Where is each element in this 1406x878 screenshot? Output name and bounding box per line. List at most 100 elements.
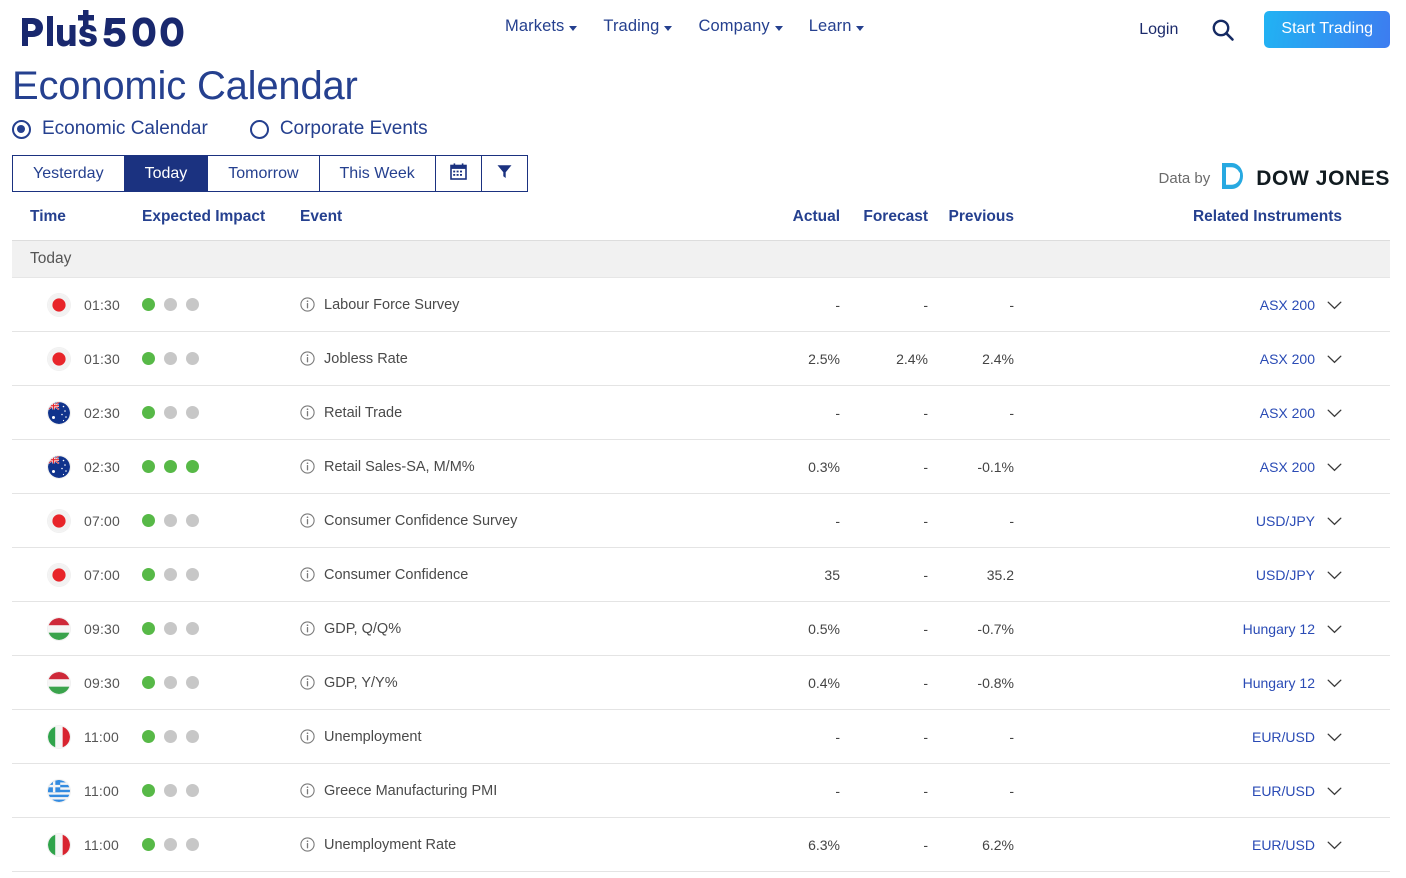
column-header-forecast[interactable]: Forecast bbox=[840, 194, 928, 241]
search-icon[interactable] bbox=[1210, 17, 1236, 43]
start-trading-button[interactable]: Start Trading bbox=[1264, 11, 1390, 48]
column-header-related-instruments[interactable]: Related Instruments bbox=[1184, 194, 1390, 241]
related-instrument-link[interactable]: USD/JPY bbox=[1256, 513, 1315, 529]
table-row[interactable]: 11:00 Unemployment - - - EUR/USD bbox=[12, 709, 1390, 764]
cell-event: Jobless Rate bbox=[300, 331, 740, 386]
impact-dot bbox=[186, 406, 199, 419]
cell-time: 01:30 bbox=[12, 331, 142, 386]
cell-related-instruments: EUR/USD bbox=[1184, 709, 1390, 764]
chevron-down-icon[interactable] bbox=[1327, 783, 1342, 799]
cell-time: 11:00 bbox=[12, 709, 142, 764]
cell-related-instruments: EUR/USD bbox=[1184, 763, 1390, 818]
event-time: 02:30 bbox=[84, 458, 121, 475]
table-row[interactable]: 11:00 Unemployment Rate 6.3% -6.2% EUR/USD bbox=[12, 817, 1390, 872]
table-row[interactable]: 01:30 Jobless Rate 2.5% 2.4% 2.4% ASX 200 bbox=[12, 331, 1390, 386]
info-icon[interactable] bbox=[300, 351, 315, 366]
calendar-picker-button[interactable] bbox=[434, 155, 481, 192]
tab-today[interactable]: Today bbox=[123, 155, 208, 192]
cell-actual: 0.5% bbox=[740, 601, 840, 656]
chevron-down-icon[interactable] bbox=[1327, 567, 1342, 583]
related-instrument-link[interactable]: ASX 200 bbox=[1260, 351, 1315, 367]
column-header-time[interactable]: Time bbox=[12, 194, 142, 241]
table-row[interactable]: 11:00 Greece Manufacturing PMI - - - EUR/USD bbox=[12, 763, 1390, 818]
cell-spacer bbox=[1014, 817, 1184, 872]
tab-this-week[interactable]: This Week bbox=[318, 155, 435, 192]
related-instrument-link[interactable]: EUR/USD bbox=[1252, 729, 1315, 745]
table-row[interactable]: 09:30 GDP, Q/Q% 0.5% - -0.7% Hungary 12 bbox=[12, 601, 1390, 656]
cell-expected-impact bbox=[142, 817, 300, 872]
info-icon[interactable] bbox=[300, 621, 315, 636]
table-row[interactable]: 02:30 Retail Trade - - - ASX 200 bbox=[12, 385, 1390, 440]
cell-event: Retail Trade bbox=[300, 385, 740, 440]
info-icon[interactable] bbox=[300, 567, 315, 582]
cell-time: 07:00 bbox=[12, 547, 142, 602]
cell-time: 01:30 bbox=[12, 277, 142, 332]
economic-calendar-table-wrapper: Time Expected Impact Event Actual Foreca… bbox=[12, 194, 1390, 872]
cell-forecast: - bbox=[840, 493, 928, 548]
impact-dot bbox=[142, 460, 155, 473]
radio-unselected-icon bbox=[249, 119, 269, 139]
column-header-actual[interactable]: Actual bbox=[740, 194, 840, 241]
info-icon[interactable] bbox=[300, 405, 315, 420]
plus500-logo[interactable] bbox=[16, 8, 194, 52]
related-instrument-link[interactable]: ASX 200 bbox=[1260, 459, 1315, 475]
event-name: Consumer Confidence bbox=[324, 566, 469, 583]
column-header-impact[interactable]: Expected Impact bbox=[142, 194, 300, 241]
login-link[interactable]: Login bbox=[1139, 21, 1178, 39]
chevron-down-icon[interactable] bbox=[1327, 675, 1342, 691]
nav-right-actions: Login Start Trading bbox=[1139, 11, 1390, 48]
table-row[interactable]: 02:30 Retail Sales-SA, M/M% 0.3% - -0.1% ASX … bbox=[12, 439, 1390, 494]
cell-actual: 35 bbox=[740, 547, 840, 602]
nav-item-trading[interactable]: Trading bbox=[603, 17, 673, 36]
radio-economic-calendar[interactable]: Economic Calendar bbox=[12, 118, 208, 140]
column-header-previous[interactable]: Previous bbox=[928, 194, 1014, 241]
related-instrument-link[interactable]: ASX 200 bbox=[1260, 297, 1315, 313]
chevron-down-icon[interactable] bbox=[1327, 621, 1342, 637]
chevron-down-icon[interactable] bbox=[1327, 837, 1342, 853]
info-icon[interactable] bbox=[300, 513, 315, 528]
table-header-row: Time Expected Impact Event Actual Foreca… bbox=[12, 194, 1390, 241]
cell-previous: -0.8% bbox=[928, 655, 1014, 710]
event-name: Consumer Confidence Survey bbox=[324, 512, 518, 529]
info-icon[interactable] bbox=[300, 297, 315, 312]
related-instrument-link[interactable]: EUR/USD bbox=[1252, 783, 1315, 799]
nav-item-learn[interactable]: Learn bbox=[809, 17, 865, 36]
cell-time: 07:00 bbox=[12, 493, 142, 548]
impact-indicator bbox=[142, 514, 300, 527]
chevron-down-icon[interactable] bbox=[1327, 513, 1342, 529]
info-icon[interactable] bbox=[300, 729, 315, 744]
info-icon[interactable] bbox=[300, 783, 315, 798]
nav-item-company[interactable]: Company bbox=[698, 17, 783, 36]
table-row[interactable]: 09:30 GDP, Y/Y% 0.4% - -0.8% Hungary 12 bbox=[12, 655, 1390, 710]
nav-item-learn-label: Learn bbox=[808, 17, 852, 35]
cell-related-instruments: ASX 200 bbox=[1184, 331, 1390, 386]
table-row[interactable]: 01:30 Labour Force Survey - - - ASX 200 bbox=[12, 277, 1390, 332]
cell-expected-impact bbox=[142, 331, 300, 386]
filter-button[interactable] bbox=[480, 155, 528, 192]
impact-dot bbox=[164, 838, 177, 851]
nav-item-markets[interactable]: Markets bbox=[505, 17, 578, 36]
related-instrument-link[interactable]: EUR/USD bbox=[1252, 837, 1315, 853]
radio-corporate-events[interactable]: Corporate Events bbox=[249, 118, 428, 140]
info-icon[interactable] bbox=[300, 675, 315, 690]
table-row[interactable]: 07:00 Consumer Confidence 35-35.2 USD/JPY bbox=[12, 547, 1390, 602]
tab-yesterday[interactable]: Yesterday bbox=[12, 155, 124, 192]
table-row[interactable]: 07:00 Consumer Confidence Survey - - - USD/JP… bbox=[12, 493, 1390, 548]
column-header-spacer bbox=[1014, 194, 1184, 241]
info-icon[interactable] bbox=[300, 837, 315, 852]
related-instrument-link[interactable]: Hungary 12 bbox=[1243, 675, 1315, 691]
related-instrument-link[interactable]: ASX 200 bbox=[1260, 405, 1315, 421]
chevron-down-icon[interactable] bbox=[1327, 405, 1342, 421]
chevron-down-icon[interactable] bbox=[1327, 459, 1342, 475]
impact-dot bbox=[186, 298, 199, 311]
related-instrument-link[interactable]: USD/JPY bbox=[1256, 567, 1315, 583]
chevron-down-icon[interactable] bbox=[1327, 297, 1342, 313]
column-header-event[interactable]: Event bbox=[300, 194, 740, 241]
tab-tomorrow[interactable]: Tomorrow bbox=[207, 155, 319, 192]
impact-indicator bbox=[142, 568, 300, 581]
chevron-down-icon[interactable] bbox=[1327, 351, 1342, 367]
related-instrument-link[interactable]: Hungary 12 bbox=[1243, 621, 1315, 637]
impact-dot bbox=[142, 676, 155, 689]
chevron-down-icon[interactable] bbox=[1327, 729, 1342, 745]
info-icon[interactable] bbox=[300, 459, 315, 474]
